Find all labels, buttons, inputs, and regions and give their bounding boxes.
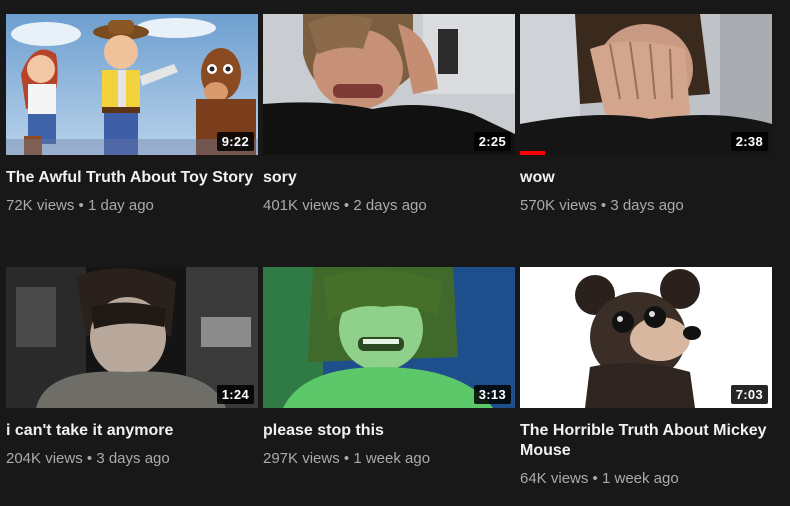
- duration-badge: 2:25: [473, 132, 511, 151]
- video-card[interactable]: 2:38 wow 570K views • 3 days ago: [520, 14, 772, 215]
- video-metadata: 401K views • 2 days ago: [263, 197, 515, 215]
- view-count: 570K views: [520, 197, 597, 214]
- meta-separator: •: [78, 197, 84, 214]
- video-card[interactable]: 9:22 The Awful Truth About Toy Story 72K…: [6, 14, 258, 215]
- duration-badge: 7:03: [730, 385, 768, 404]
- video-thumbnail[interactable]: 7:03: [520, 267, 772, 408]
- video-card[interactable]: 2:25 sory 401K views • 2 days ago: [263, 14, 515, 215]
- video-thumbnail[interactable]: 3:13: [263, 267, 515, 408]
- video-thumbnail[interactable]: 2:25: [263, 14, 515, 155]
- meta-separator: •: [343, 197, 350, 214]
- view-count: 297K views: [263, 450, 340, 467]
- meta-separator: •: [600, 197, 607, 214]
- duration-badge: 1:24: [216, 385, 254, 404]
- video-title[interactable]: please stop this: [263, 421, 515, 441]
- duration-badge: 9:22: [216, 132, 254, 151]
- video-card[interactable]: 7:03 The Horrible Truth About Mickey Mou…: [520, 267, 772, 488]
- video-card[interactable]: 3:13 please stop this 297K views • 1 wee…: [263, 267, 515, 468]
- upload-age: 1 day ago: [87, 197, 154, 214]
- meta-separator: •: [343, 450, 350, 467]
- view-count: 401K views: [263, 197, 340, 214]
- video-thumbnail[interactable]: 9:22: [6, 14, 258, 155]
- video-metadata: 204K views • 3 days ago: [6, 450, 258, 468]
- video-thumbnail[interactable]: 1:24: [6, 267, 258, 408]
- meta-separator: •: [86, 450, 93, 467]
- video-title[interactable]: i can't take it anymore: [6, 421, 258, 441]
- video-card[interactable]: 1:24 i can't take it anymore 204K views …: [6, 267, 258, 468]
- watch-progress-bar: [520, 151, 546, 155]
- upload-age: 1 week ago: [353, 450, 431, 467]
- upload-age: 2 days ago: [353, 197, 427, 214]
- video-title[interactable]: The Horrible Truth About Mickey Mouse: [520, 421, 772, 461]
- upload-age: 3 days ago: [610, 197, 684, 214]
- view-count: 64K views: [520, 470, 589, 487]
- video-title[interactable]: wow: [520, 168, 772, 188]
- upload-age: 1 week ago: [601, 470, 679, 487]
- video-metadata: 297K views • 1 week ago: [263, 450, 515, 468]
- meta-separator: •: [592, 470, 598, 487]
- video-metadata: 570K views • 3 days ago: [520, 197, 772, 215]
- view-count: 72K views: [6, 197, 75, 214]
- view-count: 204K views: [6, 450, 83, 467]
- duration-badge: 2:38: [730, 132, 768, 151]
- duration-badge: 3:13: [473, 385, 511, 404]
- upload-age: 3 days ago: [96, 450, 170, 467]
- video-metadata: 64K views • 1 week ago: [520, 470, 772, 488]
- video-metadata: 72K views • 1 day ago: [6, 197, 258, 215]
- video-thumbnail[interactable]: 2:38: [520, 14, 772, 155]
- video-title[interactable]: sory: [263, 168, 515, 188]
- video-title[interactable]: The Awful Truth About Toy Story: [6, 168, 258, 188]
- video-grid: 9:22 The Awful Truth About Toy Story 72K…: [0, 0, 790, 506]
